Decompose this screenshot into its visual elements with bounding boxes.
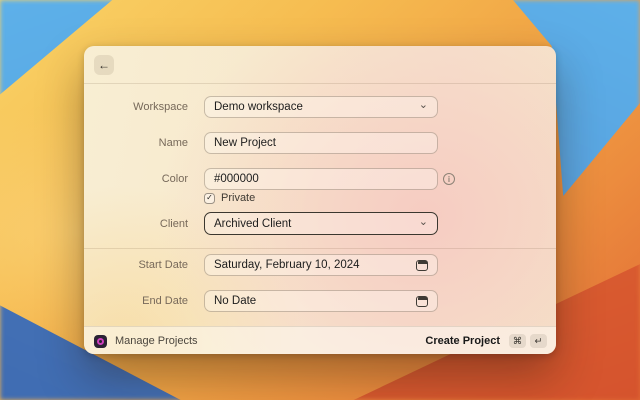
end-date-label: End Date: [100, 295, 188, 307]
form-row-private: ✓ Private: [100, 192, 556, 204]
workspace-value: Demo workspace: [214, 101, 419, 113]
workspace-label: Workspace: [100, 101, 188, 113]
color-value: #000000: [214, 173, 428, 185]
footer-app-name: Manage Projects: [115, 335, 198, 347]
spacer: [84, 235, 556, 248]
private-checkbox[interactable]: ✓ Private: [204, 192, 255, 204]
end-date-picker[interactable]: No Date: [204, 290, 438, 312]
name-value: New Project: [214, 137, 428, 149]
checkbox-checked-icon: ✓: [204, 193, 215, 204]
back-button[interactable]: ←: [94, 55, 114, 75]
form-section-main: Workspace Demo workspace ⌄ Name New Proj…: [84, 84, 556, 248]
back-arrow-icon: ←: [98, 58, 110, 72]
enter-key-icon: ↵: [530, 334, 547, 348]
name-label: Name: [100, 137, 188, 149]
chevron-down-icon: ⌄: [419, 100, 428, 111]
start-date-label: Start Date: [100, 259, 188, 271]
footer-app-info: Manage Projects: [94, 335, 198, 348]
client-value: Archived Client: [214, 218, 419, 230]
window-header: ←: [84, 46, 556, 84]
form-row-end-date: End Date No Date: [100, 290, 556, 312]
name-input[interactable]: New Project: [204, 132, 438, 154]
form-section-dates: Start Date Saturday, February 10, 2024 E…: [84, 249, 556, 326]
start-date-picker[interactable]: Saturday, February 10, 2024: [204, 254, 438, 276]
workspace-dropdown[interactable]: Demo workspace ⌄: [204, 96, 438, 118]
form-row-name: Name New Project: [100, 132, 556, 154]
start-date-value: Saturday, February 10, 2024: [214, 259, 416, 271]
app-icon: [94, 335, 107, 348]
chevron-down-icon: ⌄: [419, 217, 428, 228]
end-date-value: No Date: [214, 295, 416, 307]
calendar-icon: [416, 296, 428, 307]
form-row-workspace: Workspace Demo workspace ⌄: [100, 96, 556, 118]
client-dropdown[interactable]: Archived Client ⌄: [204, 212, 438, 235]
cmd-key-icon: ⌘: [509, 334, 526, 348]
create-project-window: ← Workspace Demo workspace ⌄ Name New Pr…: [84, 46, 556, 354]
private-label: Private: [221, 192, 255, 204]
info-icon: i: [443, 173, 455, 185]
client-label: Client: [100, 218, 188, 230]
create-project-action[interactable]: Create Project ⌘ ↵: [425, 334, 547, 348]
form-row-client: Client Archived Client ⌄: [100, 212, 556, 235]
color-input[interactable]: #000000: [204, 168, 438, 190]
form-row-color: Color #000000 i: [100, 168, 556, 190]
footer-bar: Manage Projects Create Project ⌘ ↵: [84, 326, 556, 354]
calendar-icon: [416, 260, 428, 271]
create-project-label: Create Project: [425, 335, 500, 347]
form-row-start-date: Start Date Saturday, February 10, 2024: [100, 254, 556, 276]
app-icon-ring: [97, 338, 104, 345]
color-label: Color: [100, 173, 188, 185]
